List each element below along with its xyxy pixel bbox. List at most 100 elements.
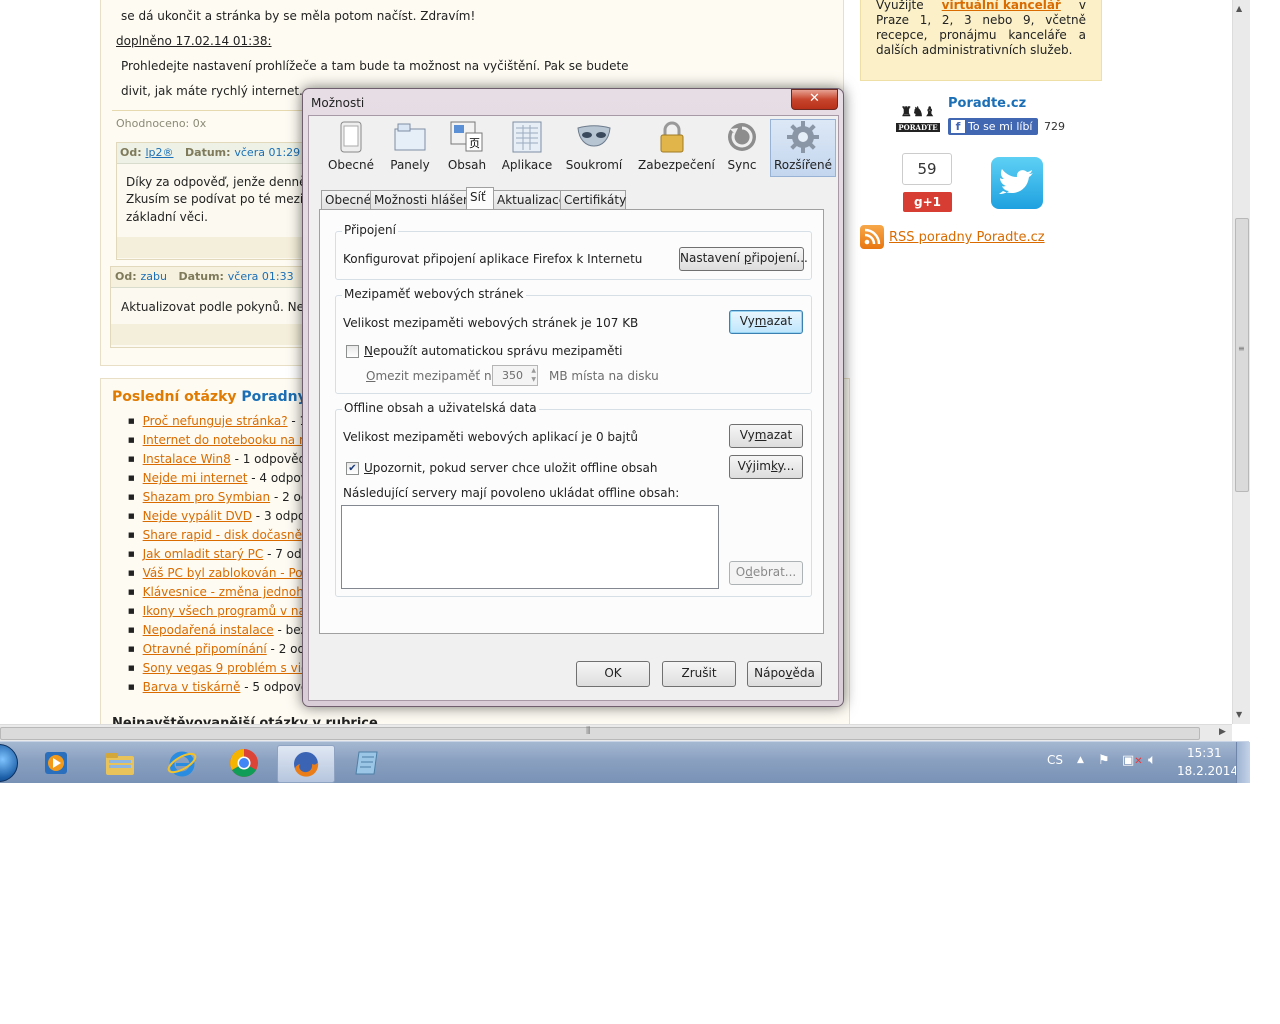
tool-security[interactable]: Zabezpečení xyxy=(638,120,715,174)
applications-icon xyxy=(497,120,557,154)
question-link[interactable]: Klávesnice - změna jednoho xyxy=(143,585,312,599)
reply-footer xyxy=(117,237,317,258)
horizontal-scrollbar[interactable]: ⦀ ▶ xyxy=(0,724,1232,742)
ad-text: recepce, pronájmu kanceláře a xyxy=(876,28,1086,42)
questions-list: Proč nefunguje stránka? - 1 Internet do n… xyxy=(128,412,328,697)
offline-group: Offline obsah a uživatelská data Velikos… xyxy=(335,401,812,597)
scroll-down-arrow-icon[interactable]: ▼ xyxy=(1236,710,1242,719)
offline-size-desc: Velikost mezipaměti webových aplikací je… xyxy=(343,430,639,444)
notify-offline-label[interactable]: Upozornit, pokud server chce uložit offl… xyxy=(364,461,657,475)
tool-content[interactable]: 页 Obsah xyxy=(437,120,497,174)
media-player-icon[interactable] xyxy=(28,745,84,781)
question-item: Váš PC byl zablokován - Pol xyxy=(128,564,328,583)
reply-user-link[interactable]: lp2® xyxy=(145,146,173,159)
tool-general[interactable]: Obecné xyxy=(321,120,381,174)
question-link[interactable]: Nejde mi internet xyxy=(143,471,248,485)
facebook-like-button[interactable]: f To se mi líbí xyxy=(948,118,1038,135)
question-link[interactable]: Jak omladit starý PC xyxy=(143,547,264,561)
override-cache-label[interactable]: Nepoužít automatickou správu mezipaměti xyxy=(364,344,623,358)
question-link[interactable]: Sony vegas 9 problém s vid xyxy=(143,661,309,675)
question-link[interactable]: Otravné připomínání xyxy=(143,642,267,656)
virtual-office-link[interactable]: virtuální kancelář xyxy=(942,0,1061,13)
svg-text:页: 页 xyxy=(469,137,480,150)
language-indicator[interactable]: CS xyxy=(1047,753,1063,767)
scroll-right-arrow-icon[interactable]: ▶ xyxy=(1219,727,1226,737)
question-link[interactable]: Ikony všech programů v na xyxy=(143,604,306,618)
override-cache-checkbox[interactable] xyxy=(346,345,359,358)
tab-certificates[interactable]: Certifikáty xyxy=(560,190,626,209)
question-link[interactable]: Nejde vypálit DVD xyxy=(143,509,252,523)
clock-date[interactable]: 18.2.2014 xyxy=(1177,764,1238,778)
notes-icon[interactable] xyxy=(340,745,396,781)
horizontal-scroll-thumb[interactable]: ⦀ xyxy=(0,726,1200,740)
tab-update[interactable]: Aktualizace xyxy=(493,190,566,209)
rss-link[interactable]: RSS poradny Poradte.cz xyxy=(889,230,1045,245)
rss-icon[interactable] xyxy=(860,225,884,249)
scroll-up-arrow-icon[interactable]: ▲ xyxy=(1236,4,1242,13)
exceptions-button[interactable]: Výjimky... xyxy=(729,455,803,479)
action-center-icon[interactable]: ⚑ xyxy=(1098,753,1110,768)
question-item: Internet do notebooku na m xyxy=(128,431,328,450)
poradte-logo[interactable]: ♜♞♝ PORADTE xyxy=(893,106,943,134)
clear-cache-button[interactable]: Vymazat xyxy=(729,310,803,334)
reply-date: včera 01:33 xyxy=(227,270,294,283)
tab-general[interactable]: Obecné xyxy=(321,190,371,209)
tool-tabs[interactable]: Panely xyxy=(380,120,440,174)
chrome-icon[interactable] xyxy=(216,745,272,781)
tool-privacy[interactable]: Soukromí xyxy=(564,120,624,174)
clear-offline-button[interactable]: Vymazat xyxy=(729,424,803,448)
volume-icon[interactable]: 🔈︎ xyxy=(1148,752,1156,768)
ok-button[interactable]: OK xyxy=(576,661,650,687)
question-link[interactable]: Shazam pro Symbian xyxy=(143,490,271,504)
show-hidden-icons-icon[interactable]: ▲ xyxy=(1077,755,1084,765)
network-icon[interactable]: ▣✕ xyxy=(1122,753,1143,768)
tool-advanced[interactable]: Rozšířené xyxy=(770,119,836,177)
question-item: Nepodařená instalace - bez xyxy=(128,621,328,640)
connection-settings-button[interactable]: Nastavení připojení... xyxy=(679,247,808,271)
remove-server-button[interactable]: Odebrat... xyxy=(729,561,803,585)
notify-offline-checkbox[interactable]: ✔ xyxy=(346,462,359,475)
start-orb-icon[interactable] xyxy=(0,744,18,782)
date-label: Datum: xyxy=(178,270,224,283)
facebook-icon: f xyxy=(951,120,965,133)
site-name[interactable]: Poradte.cz xyxy=(948,96,1026,111)
question-link[interactable]: Internet do notebooku na m xyxy=(143,433,311,447)
cache-limit-unit: MB místa na disku xyxy=(549,369,659,383)
question-link[interactable]: Share rapid - disk dočasně xyxy=(143,528,302,542)
spinner-arrows-icon[interactable]: ▲ ▼ xyxy=(531,366,536,384)
twitter-icon[interactable] xyxy=(991,157,1043,209)
tabs-icon xyxy=(380,120,440,154)
tool-label: Sync xyxy=(727,158,757,172)
clock-time[interactable]: 15:31 xyxy=(1187,746,1222,760)
cache-title: Mezipaměť webových stránek xyxy=(342,287,526,301)
question-link[interactable]: Barva v tiskárně xyxy=(143,680,241,694)
gplus-button[interactable]: g+1 xyxy=(903,192,952,212)
from-label: Od: xyxy=(115,270,137,283)
cache-limit-spinner[interactable]: 350 ▲ ▼ xyxy=(492,365,538,386)
tab-network[interactable]: Síť xyxy=(466,187,494,209)
tool-sync[interactable]: Sync xyxy=(712,120,772,174)
question-link[interactable]: Instalace Win8 xyxy=(143,452,231,466)
reply-text-2: Zkusím se podívat po té mezipa xyxy=(126,192,319,206)
cancel-button[interactable]: Zrušit xyxy=(662,661,736,687)
internet-explorer-icon[interactable] xyxy=(154,745,210,781)
tab-data-choices[interactable]: Možnosti hlášení xyxy=(370,190,474,209)
vertical-scroll-thumb[interactable]: ≡ xyxy=(1235,218,1249,492)
reply-user[interactable]: zabu xyxy=(140,270,166,283)
firefox-icon[interactable] xyxy=(277,745,335,783)
file-explorer-icon[interactable] xyxy=(92,745,148,781)
show-desktop-button[interactable] xyxy=(1236,742,1250,783)
close-button[interactable]: ✕ xyxy=(791,89,838,110)
reply-header: Od: zabu Datum: včera 01:33 xyxy=(111,267,321,288)
help-button[interactable]: Nápověda xyxy=(747,661,822,687)
cache-limit-value[interactable]: 350 xyxy=(502,369,523,382)
question-link[interactable]: Nepodařená instalace xyxy=(143,623,274,637)
question-link[interactable]: Váš PC byl zablokován - Pol xyxy=(143,566,306,580)
allowed-servers-list[interactable] xyxy=(341,505,719,589)
latest-title-part-1: Poslední otázky xyxy=(112,389,237,405)
vertical-scrollbar[interactable]: ▲ ≡ ▼ xyxy=(1232,0,1250,724)
tool-applications[interactable]: Aplikace xyxy=(497,120,557,174)
tool-label: Zabezpečení xyxy=(638,158,715,172)
question-link[interactable]: Proč nefunguje stránka? xyxy=(143,414,288,428)
content-icon: 页 xyxy=(437,120,497,154)
